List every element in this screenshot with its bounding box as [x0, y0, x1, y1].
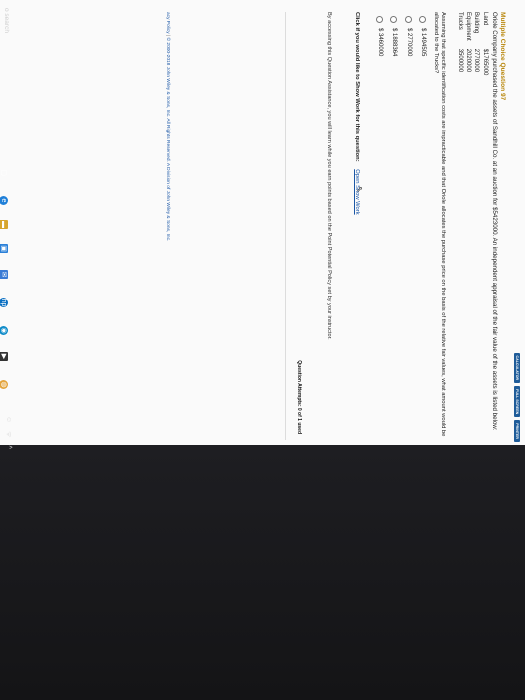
- asset-name: Trucks: [457, 12, 464, 30]
- radio-button[interactable]: [390, 16, 398, 23]
- file-explorer-icon[interactable]: ▬: [0, 220, 8, 229]
- page-footer: acy Policy | © 2000-2018 John Wiley & So…: [165, 12, 170, 242]
- media-icon[interactable]: ▶: [0, 352, 8, 361]
- windows-taskbar: [0, 445, 525, 700]
- mail-icon[interactable]: ✉: [0, 270, 8, 279]
- asset-name: Building: [473, 12, 480, 34]
- system-tray: ☺ ᯤ ^: [3, 416, 12, 449]
- store-icon[interactable]: ▣: [0, 244, 8, 253]
- taskbar-search-box[interactable]: o search: [2, 8, 10, 33]
- mouse-cursor-icon: ⇖: [355, 186, 364, 193]
- privacy-policy-link[interactable]: acy Policy: [165, 12, 170, 34]
- question-prompt: Assuming that specific identification co…: [432, 12, 446, 437]
- chevron-up-icon[interactable]: ^: [3, 446, 12, 449]
- asset-value: 3500000: [457, 48, 464, 73]
- asset-value: 2020000: [465, 48, 472, 73]
- asset-name: Equipment: [465, 12, 472, 41]
- task-view-icon[interactable]: ▢: [0, 168, 8, 177]
- option-label: $ 2770000: [406, 28, 412, 57]
- radio-button[interactable]: [419, 16, 427, 23]
- app-icon[interactable]: ◉: [0, 326, 8, 335]
- copyright-text[interactable]: © 2000-2018 John Wiley & Sons, Inc. All …: [165, 38, 170, 242]
- network-icon[interactable]: ᯤ: [3, 431, 12, 437]
- assistance-text: By accessing this Question Assistance, y…: [326, 12, 332, 340]
- asset-value: $1765000: [481, 48, 488, 76]
- option-label: $ 1888364: [391, 28, 398, 57]
- edge-browser-icon[interactable]: e: [0, 196, 8, 205]
- answer-option[interactable]: $ 1888364: [387, 16, 402, 56]
- option-label: $ 3460000: [377, 28, 383, 57]
- chrome-icon[interactable]: ◍: [0, 380, 8, 389]
- table-row: Building 2770000: [472, 12, 480, 83]
- table-row: Trucks 3500000: [455, 12, 463, 83]
- answer-options: $ 1494505 $ 2770000 $ 1888364 $ 3460000: [372, 16, 430, 56]
- option-label: $ 1494505: [420, 28, 427, 57]
- table-row: Equipment 2020000: [463, 12, 471, 83]
- divider: [285, 12, 286, 440]
- question-title: Multiple Choice Question 97: [499, 12, 506, 101]
- top-toolbar: CALCULATOR FULL SCREEN PRINTER: [513, 352, 520, 442]
- question-text: Oriole Company purchased the assets of S…: [491, 12, 498, 431]
- table-row: Land $1765000: [480, 12, 488, 83]
- asset-name: Land: [481, 12, 488, 26]
- show-work-row: Click if you would like to Show Work for…: [353, 12, 360, 215]
- photo-of-screen: CALCULATOR FULL SCREEN PRINTER Multiple …: [0, 0, 525, 700]
- people-icon[interactable]: ☺: [3, 416, 12, 423]
- printer-button[interactable]: PRINTER: [513, 420, 520, 442]
- show-work-label: Click if you would like to Show Work for…: [354, 12, 360, 162]
- answer-option[interactable]: $ 3460000: [372, 16, 387, 56]
- calculator-button[interactable]: CALCULATOR: [513, 352, 520, 384]
- assets-table: Land $1765000 Building 2770000 Equipment…: [455, 12, 488, 83]
- asset-value: 2770000: [473, 48, 480, 73]
- radio-button[interactable]: [375, 16, 383, 23]
- answer-option[interactable]: $ 2770000: [401, 16, 416, 56]
- radio-button[interactable]: [404, 16, 412, 23]
- full-screen-button[interactable]: FULL SCREEN: [513, 386, 520, 418]
- hp-icon[interactable]: hp: [0, 298, 8, 307]
- question-page: CALCULATOR FULL SCREEN PRINTER Multiple …: [0, 8, 522, 449]
- question-attempts: Question Attempts: 0 of 1 used: [296, 360, 302, 434]
- answer-option[interactable]: $ 1494505: [416, 16, 431, 56]
